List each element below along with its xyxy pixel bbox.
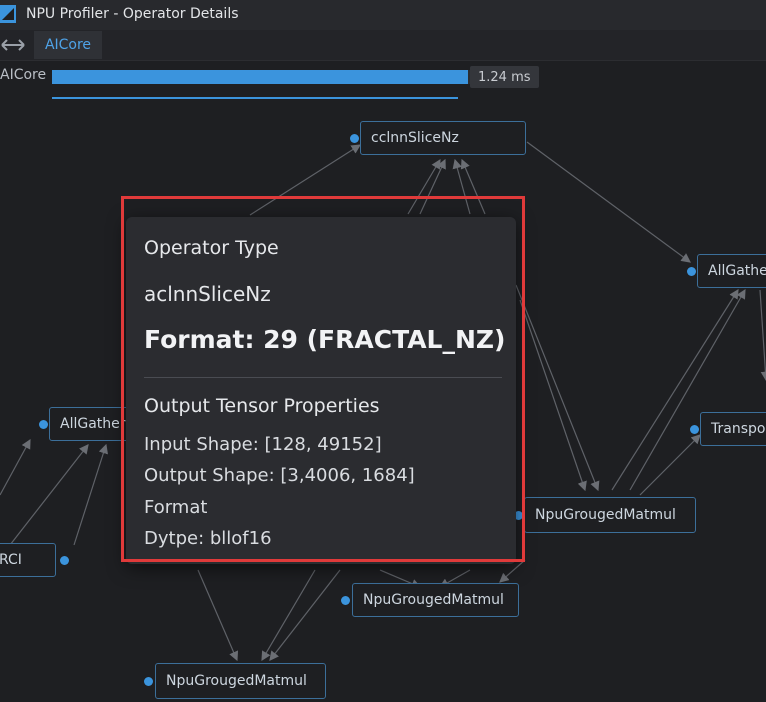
graph-node-npugrougedmatmul-bottom[interactable]: NpuGrougedMatmul bbox=[155, 663, 326, 699]
edge bbox=[0, 438, 31, 496]
node-port[interactable] bbox=[350, 134, 359, 143]
edge bbox=[261, 569, 316, 662]
dtype-value: Dytpe: bllof16 bbox=[144, 528, 272, 549]
edge bbox=[526, 141, 691, 263]
edge bbox=[639, 434, 701, 496]
operator-name: aclnnSliceNz bbox=[144, 282, 271, 306]
graph-node-npugrougedmatmul-right[interactable]: NpuGrougedMatmul bbox=[524, 497, 696, 533]
edge bbox=[452, 158, 471, 215]
node-port[interactable] bbox=[60, 556, 69, 565]
format-value: Format: 29 (FRACTAL_NZ) bbox=[144, 325, 506, 354]
graph-node-npugrougedmatmul-middle[interactable]: NpuGrougedMatmul bbox=[352, 583, 519, 617]
edge bbox=[519, 299, 587, 492]
edge bbox=[269, 569, 341, 661]
edge bbox=[249, 144, 362, 216]
operator-type-heading: Operator Type bbox=[144, 237, 279, 259]
input-shape: Input Shape: [128, 49152] bbox=[144, 434, 382, 455]
tooltip-divider bbox=[144, 377, 502, 378]
node-port[interactable] bbox=[144, 677, 153, 686]
edge bbox=[759, 289, 766, 382]
edge bbox=[629, 288, 746, 491]
edge bbox=[9, 444, 89, 546]
graph-node-aclnnslicenz[interactable]: cclnnSliceNz bbox=[360, 121, 526, 155]
output-properties-heading: Output Tensor Properties bbox=[144, 395, 380, 417]
edge bbox=[197, 569, 239, 662]
operator-details-tooltip: Operator Type aclnnSliceNz Format: 29 (F… bbox=[126, 217, 516, 564]
graph-node-rci[interactable]: RCI bbox=[0, 543, 56, 577]
edge bbox=[460, 158, 486, 215]
node-port[interactable] bbox=[39, 420, 48, 429]
edge bbox=[515, 284, 600, 492]
format-label: Format bbox=[144, 497, 208, 518]
graph-node-transpose[interactable]: Transpose bbox=[700, 412, 766, 446]
output-shape: Output Shape: [3,4006, 1684] bbox=[144, 465, 415, 486]
node-port[interactable] bbox=[690, 425, 699, 434]
node-port[interactable] bbox=[341, 596, 350, 605]
edge bbox=[73, 443, 109, 546]
node-port[interactable] bbox=[687, 267, 696, 276]
graph-node-allgather-right[interactable]: AllGather bbox=[697, 254, 766, 288]
